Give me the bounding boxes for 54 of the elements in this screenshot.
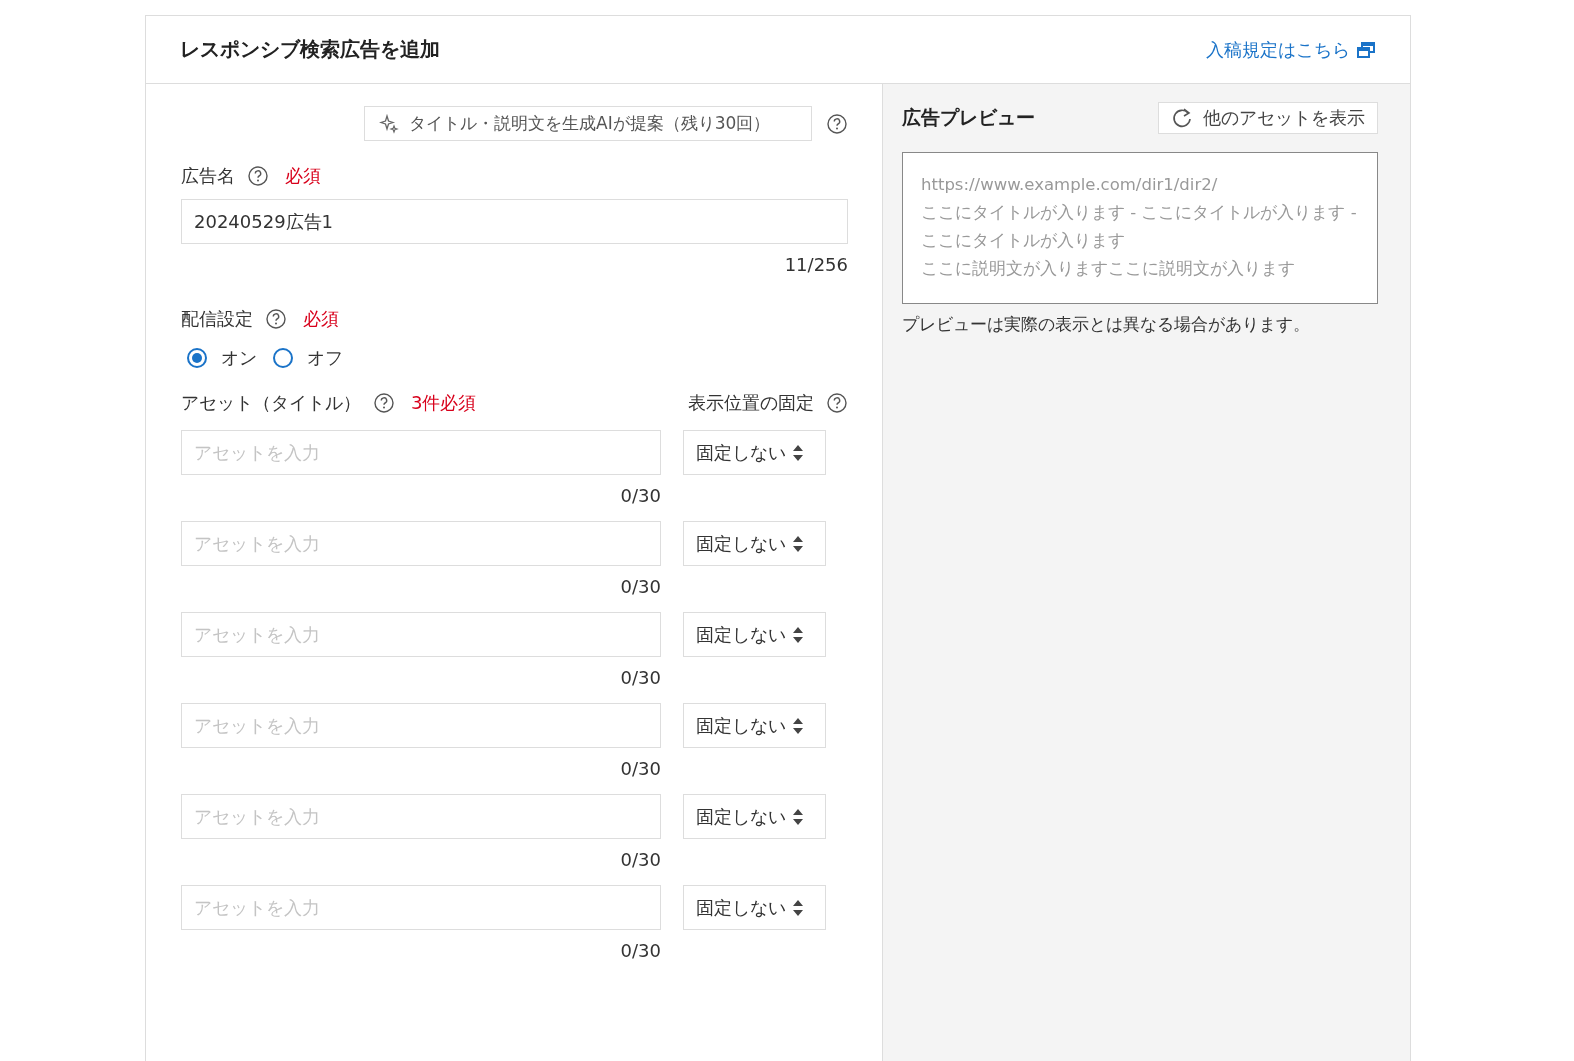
pin-select[interactable]: 固定しない [683,612,826,657]
sort-caret-icon [792,898,804,917]
refresh-button[interactable]: 他のアセットを表示 [1158,102,1378,134]
character-counter: 0/30 [620,940,661,963]
character-counter: 0/30 [620,576,661,599]
sparkle-icon [379,113,399,134]
pin-select[interactable]: 固定しない [683,430,826,475]
preview-title: 広告プレビュー [902,105,1035,130]
ai-suggest-button[interactable]: タイトル・説明文を生成AIが提案（残り30回） [364,106,812,141]
column-label: 表示位置の固定 [688,391,814,415]
sort-caret-icon [792,534,804,553]
sort-caret-icon [792,625,804,644]
radio-button[interactable] [273,348,293,368]
page-title: レスポンシブ検索広告を追加 [180,36,440,63]
radio-label[interactable]: オフ [307,346,343,370]
pin-select[interactable]: 固定しない [683,521,826,566]
help-icon[interactable] [826,112,848,135]
asset-field[interactable]: アセットを入力 [181,430,661,475]
field-label: アセット（タイトル） [181,391,361,415]
asset-field[interactable]: アセットを入力 [181,612,661,657]
field-label: 広告名 [181,164,235,188]
required-label: 3件必須 [411,391,477,415]
help-icon[interactable] [247,165,269,187]
character-counter: 0/30 [620,849,661,872]
preview-ad-title: ここにタイトルが入ります - ここにタイトルが入ります - ここにタイトルが入ります [921,202,1358,252]
required-label: 必須 [285,164,321,188]
asset-field[interactable]: アセットを入力 [181,794,661,839]
sort-caret-icon [792,443,804,462]
preview-note: プレビューは実際の表示とは異なる場合があります。 [902,314,1311,336]
ad-name-field[interactable]: 20240529広告1 [181,199,848,244]
refresh-icon [1171,107,1193,129]
character-counter: 11/256 [784,254,848,277]
field-label: 配信設定 [181,307,253,331]
sort-caret-icon [792,807,804,826]
character-counter: 0/30 [620,758,661,781]
sort-caret-icon [792,716,804,735]
asset-field[interactable]: アセットを入力 [181,885,661,930]
help-icon[interactable] [826,392,848,414]
asset-field[interactable]: アセットを入力 [181,521,661,566]
pin-select[interactable]: 固定しない [683,794,826,839]
help-icon[interactable] [373,392,395,414]
help-icon[interactable] [265,308,287,330]
asset-field[interactable]: アセットを入力 [181,703,661,748]
preview-description: ここに説明文が入りますここに説明文が入ります [921,258,1296,280]
radio-label[interactable]: オン [221,346,257,370]
external-window-icon [1356,40,1376,59]
guideline-link[interactable]: 入稿規定はこちら [1206,37,1376,62]
pin-select[interactable]: 固定しない [683,703,826,748]
required-label: 必須 [303,307,339,331]
character-counter: 0/30 [620,667,661,690]
pin-select[interactable]: 固定しない [683,885,826,930]
character-counter: 0/30 [620,485,661,508]
preview-url: https://www.example.com/dir1/dir2/ [921,174,1219,196]
radio-button[interactable] [187,348,207,368]
